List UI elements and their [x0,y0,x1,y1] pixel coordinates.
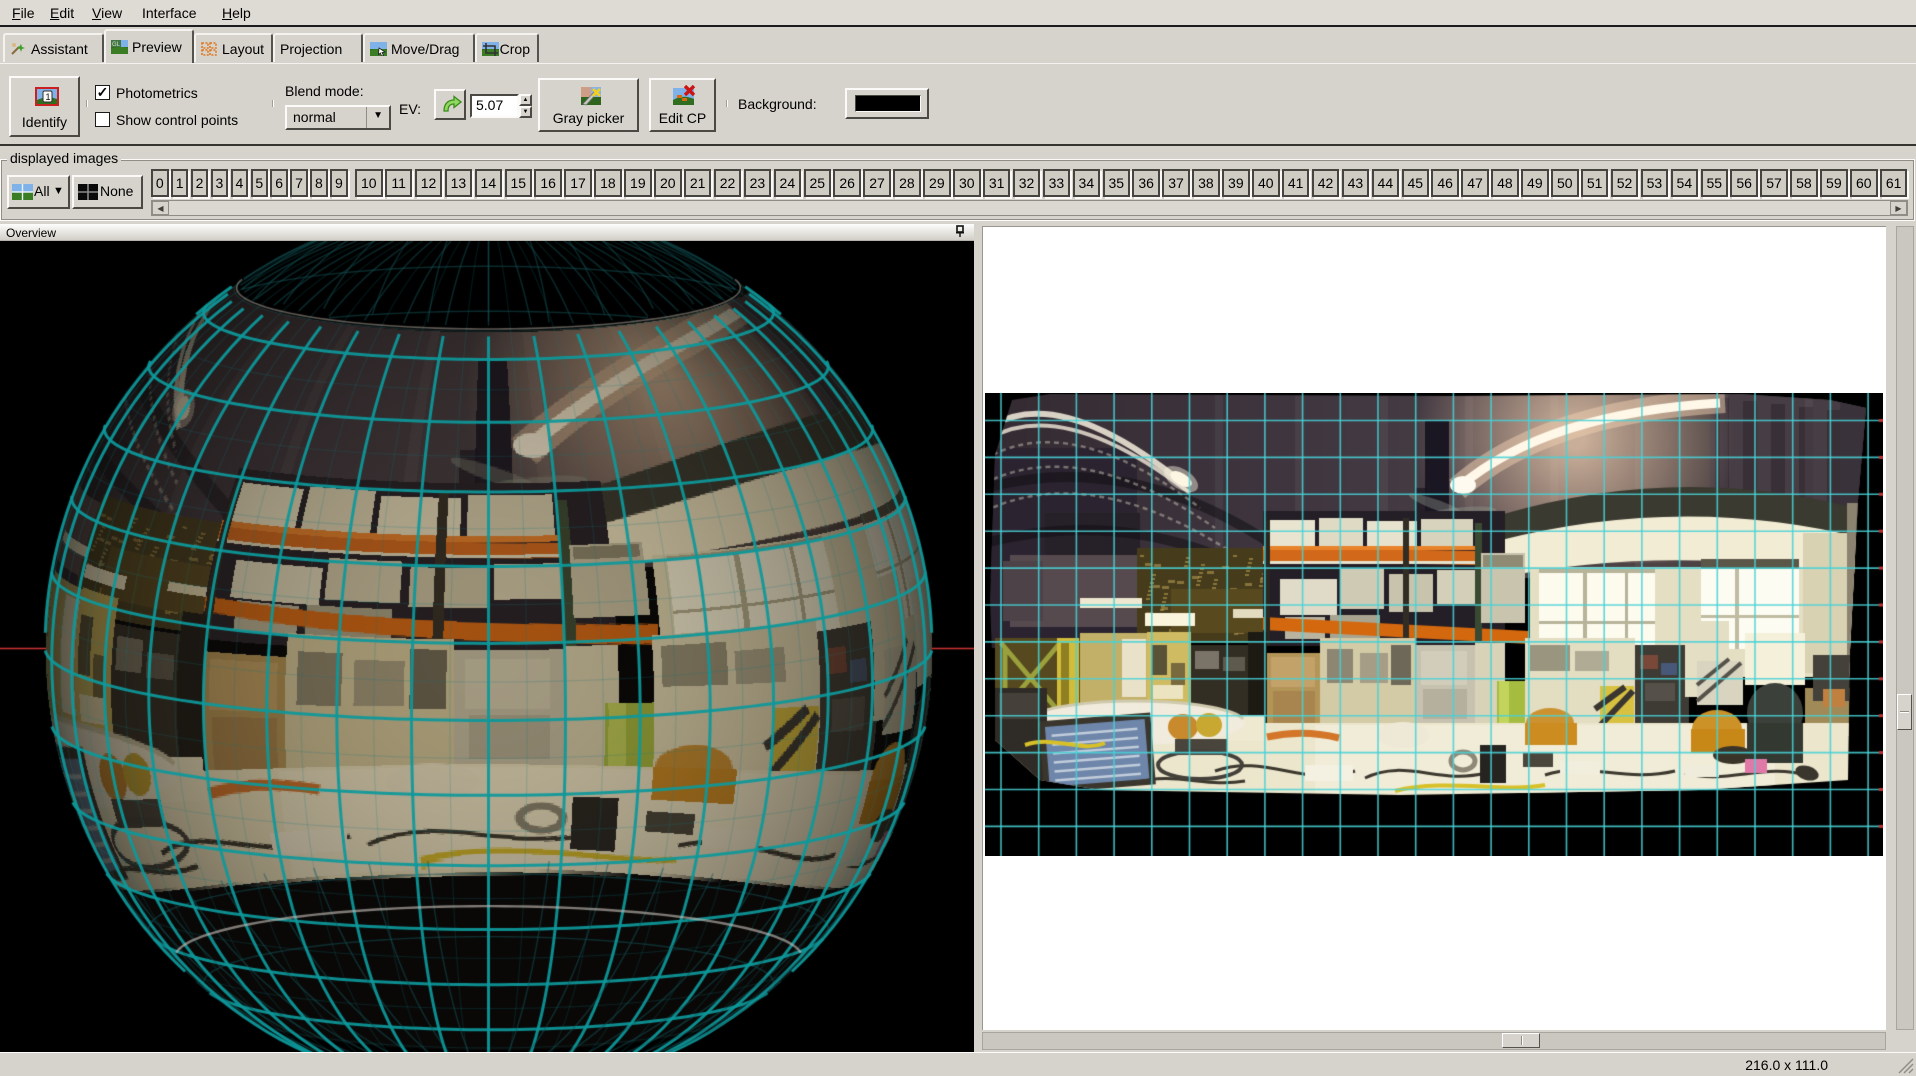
svg-text:GL: GL [112,42,121,48]
svg-text:1: 1 [46,92,51,102]
